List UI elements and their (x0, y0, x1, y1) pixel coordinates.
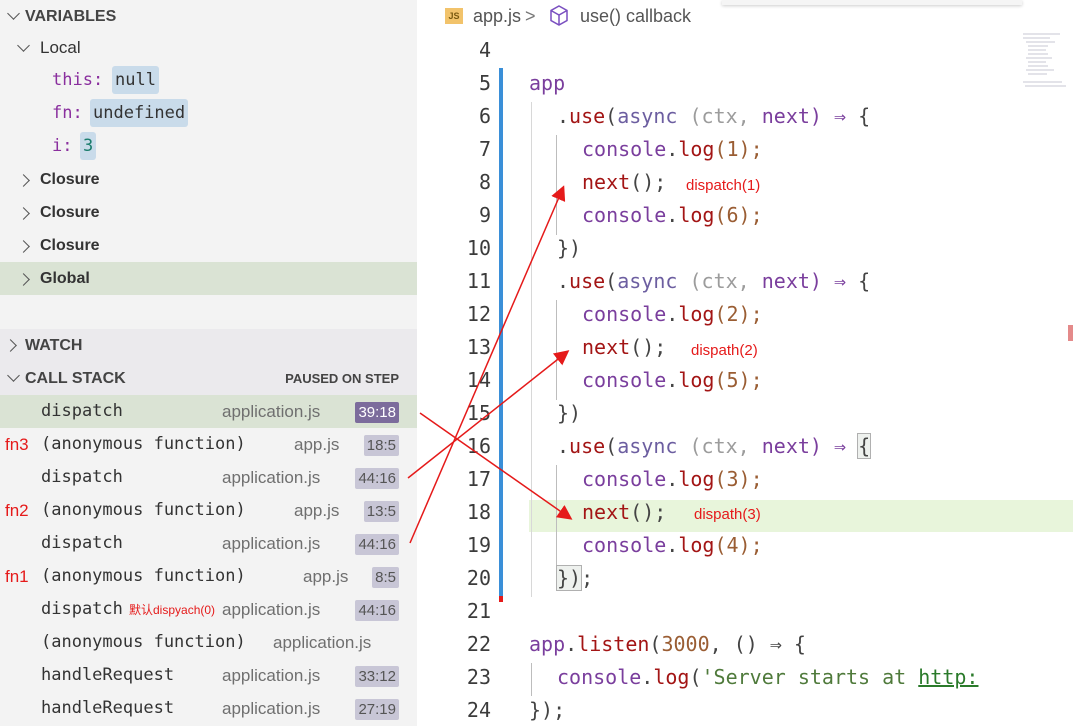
arrow-fn3-to-next3 (419, 412, 573, 520)
annotation-arrows (407, 185, 573, 544)
arrow-fn1-to-next1 (409, 185, 566, 544)
arrow-fn2-to-next2 (407, 350, 570, 479)
